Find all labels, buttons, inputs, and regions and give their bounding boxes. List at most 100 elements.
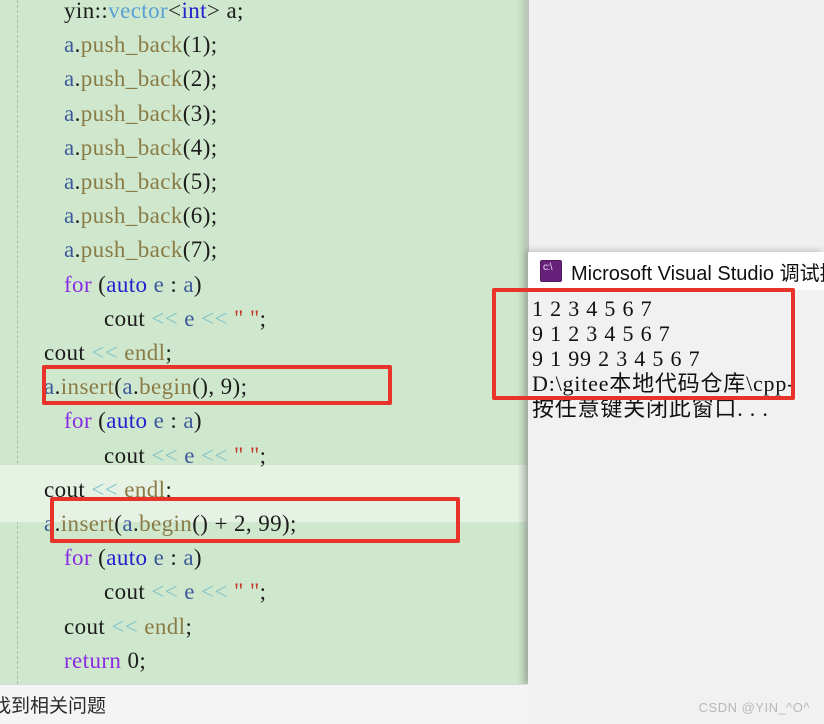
code-token: ;: [259, 579, 267, 605]
code-token: endl: [124, 340, 166, 365]
code-token: for: [64, 545, 93, 571]
code-token: cout: [104, 442, 146, 468]
code-line[interactable]: yin::vector<int> a;: [64, 0, 244, 24]
code-line[interactable]: return 0;: [64, 648, 146, 674]
code-token: 0;: [127, 647, 147, 673]
console-window-icon: [540, 260, 562, 282]
code-token: ::: [94, 0, 109, 23]
code-line[interactable]: for (auto e : a): [64, 545, 202, 571]
code-token: " ": [233, 305, 260, 331]
code-line[interactable]: a.push_back(1);: [64, 32, 218, 58]
code-token: ): [193, 408, 202, 434]
code-line[interactable]: cout << endl;: [64, 614, 192, 640]
console-title-bar[interactable]: Microsoft Visual Studio 调试控: [528, 252, 824, 290]
code-token: (6);: [182, 203, 218, 229]
code-line[interactable]: a.push_back(4);: [64, 135, 218, 161]
code-token: <<: [201, 442, 228, 468]
code-token: cout: [104, 579, 146, 605]
code-editor-pane[interactable]: yin::vector<int> a;a.push_back(1);a.push…: [0, 0, 527, 684]
code-token: push_back: [80, 134, 183, 160]
code-line[interactable]: a.push_back(7);: [64, 237, 218, 263]
annotation-box-insert-begin-plus2-99: [50, 497, 460, 543]
code-token: a: [64, 134, 75, 160]
code-line[interactable]: cout << endl;: [44, 340, 172, 366]
code-token: cout: [104, 305, 146, 331]
editor-status-bar[interactable]: 找到相关问题: [0, 684, 527, 724]
code-token: <<: [111, 613, 139, 639]
code-line[interactable]: a.push_back(5);: [64, 169, 218, 195]
code-token: a: [183, 408, 194, 434]
code-token: a: [64, 100, 75, 126]
code-line[interactable]: cout << e << " ";: [104, 306, 266, 332]
code-token: <<: [151, 305, 179, 331]
code-line[interactable]: for (auto e : a): [64, 408, 202, 434]
code-token: e: [153, 271, 165, 297]
code-token: e: [184, 305, 195, 331]
code-token: ;: [259, 442, 267, 468]
code-token: (5);: [182, 169, 218, 194]
screenshot-root: yin::vector<int> a;a.push_back(1);a.push…: [0, 0, 824, 724]
code-token: push_back: [80, 32, 183, 58]
code-token: e: [153, 545, 165, 571]
code-token: :: [164, 271, 184, 297]
code-token: " ": [233, 442, 260, 468]
code-line[interactable]: cout << e << " ";: [104, 579, 266, 605]
code-token: ): [193, 271, 202, 297]
code-token: (2);: [182, 66, 218, 92]
code-token: endl: [144, 613, 186, 639]
code-token: (: [92, 545, 107, 571]
code-token: <<: [151, 442, 179, 468]
status-bar-label: 找到相关问题: [0, 696, 107, 717]
code-token: push_back: [80, 237, 183, 263]
code-token: for: [64, 408, 93, 434]
code-token: push_back: [80, 203, 183, 229]
code-token: >: [206, 0, 221, 23]
code-line[interactable]: for (auto e : a): [64, 272, 202, 298]
code-token: e: [153, 408, 165, 434]
indent-guide-line: [17, 0, 18, 684]
code-token: <<: [201, 305, 228, 331]
code-token: (: [92, 271, 107, 297]
csdn-watermark: CSDN @YIN_^O^: [698, 700, 810, 715]
code-token: auto: [106, 545, 148, 571]
annotation-box-insert-begin-9: [42, 365, 392, 405]
annotation-box-console-output: [492, 288, 795, 400]
code-token: ;: [185, 613, 193, 639]
code-line[interactable]: cout << e << " ";: [104, 443, 266, 469]
code-token: ;: [165, 340, 173, 365]
code-token: :: [164, 545, 184, 571]
code-line[interactable]: a.push_back(2);: [64, 66, 218, 92]
code-token: e: [184, 579, 195, 605]
code-token: int: [181, 0, 207, 23]
code-token: <<: [151, 579, 179, 605]
code-token: cout: [64, 613, 106, 639]
code-token: ): [193, 545, 202, 571]
code-line[interactable]: a.push_back(6);: [64, 203, 218, 229]
code-token: a: [64, 32, 75, 58]
code-token: push_back: [80, 100, 183, 126]
code-token: auto: [106, 408, 148, 434]
console-title-label: Microsoft Visual Studio 调试控: [571, 262, 824, 285]
code-token: yin: [64, 0, 95, 23]
code-token: :: [164, 408, 184, 434]
code-token: a: [64, 66, 75, 92]
code-token: <<: [91, 340, 119, 365]
code-token: (3);: [182, 100, 218, 126]
code-token: a: [183, 545, 194, 571]
code-token: ;: [259, 305, 267, 331]
code-token: auto: [106, 271, 148, 297]
code-token: e: [184, 442, 195, 468]
code-token: for: [64, 271, 93, 297]
code-line[interactable]: a.push_back(3);: [64, 101, 218, 127]
code-token: a: [64, 203, 75, 229]
code-token: (7);: [182, 237, 218, 263]
code-token: (1);: [182, 32, 218, 58]
code-token: (4);: [182, 134, 218, 160]
code-token: (: [92, 408, 107, 434]
code-token: vector: [108, 0, 169, 23]
code-token: return: [64, 647, 122, 673]
code-token: <<: [201, 579, 228, 605]
code-token: push_back: [80, 66, 183, 92]
code-token: a: [183, 271, 194, 297]
code-token: " ": [233, 579, 260, 605]
